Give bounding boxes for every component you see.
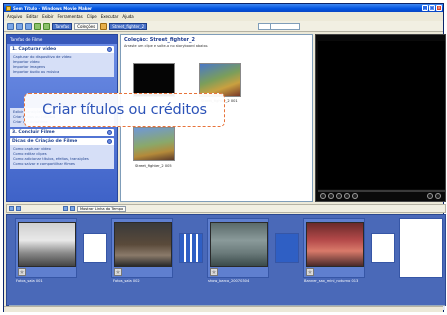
task-link[interactable]: Como salvar e compartilhar filmes [13, 162, 111, 167]
clip-thumbnail [18, 222, 76, 267]
clip-thumbnail[interactable] [199, 63, 241, 97]
menu-edit[interactable]: Editar [26, 14, 38, 19]
clip-thumbnail[interactable] [133, 63, 175, 97]
window-controls: _ □ × [422, 5, 442, 11]
section-header[interactable]: 1. Capturar vídeo [10, 46, 114, 53]
maximize-button[interactable]: □ [429, 5, 435, 11]
stop-icon[interactable] [328, 193, 334, 199]
main-toolbar: Tarefas Coleções Street_fighter_2 [4, 21, 443, 32]
undo-icon[interactable] [34, 22, 41, 30]
task-section-tips: Dicas de Criação de Filme Como capturar … [10, 138, 114, 169]
show-timeline-button[interactable]: Mostrar Linha do Tempo [77, 205, 127, 212]
snapshot-icon[interactable] [435, 193, 441, 199]
status-bar [4, 306, 443, 312]
task-section-capture: 1. Capturar vídeo Capturar do dispositiv… [10, 46, 114, 77]
seek-bar[interactable] [318, 190, 445, 192]
section-title: 3. Concluir Filme [12, 130, 55, 135]
redo-icon[interactable] [43, 22, 50, 30]
chevron-up-icon[interactable] [107, 47, 112, 52]
collection-title: Coleção: Street_fighter_2 [124, 37, 195, 43]
video-effect-star-icon[interactable]: ★ [210, 268, 218, 276]
storyboard-icon[interactable] [9, 206, 14, 211]
transition-slot[interactable] [275, 233, 299, 263]
play-icon[interactable] [320, 193, 326, 199]
task-link[interactable]: Importar áudio ou música [13, 70, 111, 75]
transition-slot[interactable] [179, 233, 203, 263]
chevron-down-icon[interactable] [107, 130, 112, 135]
section-body: Capturar do dispositivo de vídeo Importa… [10, 53, 114, 77]
storyboard-empty-slot[interactable] [399, 218, 443, 278]
collection-select[interactable]: Street_fighter_2 [109, 22, 148, 30]
transition-slot[interactable] [371, 233, 395, 263]
movie-maker-window: Sem Título - Windows Movie Maker _ □ × A… [3, 3, 446, 312]
storyboard-clip-label: Fotos_sala 002 [113, 279, 140, 283]
video-effect-star-icon[interactable]: ★ [306, 268, 314, 276]
playback-controls [320, 193, 358, 199]
split-clip-icon[interactable] [427, 193, 433, 199]
menu-file[interactable]: Arquivo [7, 14, 22, 19]
transition-slot[interactable] [83, 233, 107, 263]
menu-clip[interactable]: Clipe [87, 14, 97, 19]
new-project-icon[interactable] [7, 22, 14, 30]
clip-thumbnail[interactable] [133, 127, 175, 161]
storyboard-clip[interactable]: ★ [15, 218, 77, 278]
section-header[interactable]: Dicas de Criação de Filme [10, 138, 114, 145]
movie-maker-icon [6, 5, 11, 11]
clip-label: Street_fighter_2 005 [135, 164, 172, 168]
storyboard-clip[interactable]: ★ [303, 218, 365, 278]
monitor-extra-controls [427, 193, 441, 199]
tasks-button[interactable]: Tarefas [52, 22, 73, 30]
task-section-finish: 3. Concluir Filme [10, 129, 114, 136]
storyboard-toolbar: Mostrar Linha do Tempo [6, 204, 446, 213]
previous-frame-icon[interactable] [336, 193, 342, 199]
section-body: Como capturar vídeo Como editar clipes C… [10, 145, 114, 169]
callout-text: Criar títulos ou créditos [42, 102, 207, 118]
rewind-icon[interactable] [352, 193, 358, 199]
next-frame-icon[interactable] [344, 193, 350, 199]
section-title: 1. Capturar vídeo [12, 47, 57, 52]
play-storyboard-icon[interactable] [63, 206, 68, 211]
video-effect-star-icon[interactable]: ★ [18, 268, 26, 276]
chevron-up-icon[interactable] [107, 139, 112, 144]
close-button[interactable]: × [436, 5, 442, 11]
open-project-icon[interactable] [16, 22, 23, 30]
collections-button[interactable]: Coleções [74, 22, 99, 30]
section-header[interactable]: 3. Concluir Filme [10, 129, 114, 136]
collection-subtitle: Arraste um clipe e solte-o no storyboard… [124, 44, 209, 48]
view-dropdown[interactable] [270, 23, 300, 30]
narrate-icon[interactable] [16, 206, 21, 211]
rewind-storyboard-icon[interactable] [70, 206, 75, 211]
storyboard-clip-label: show_barco_20070304 [208, 279, 250, 283]
tasks-pane-header: Tarefas de Filme [7, 35, 117, 44]
storyboard-clip-label: Banner_sax_mini_noturno 013 [304, 279, 359, 283]
clip-thumbnail [210, 222, 268, 267]
minimize-button[interactable]: _ [422, 5, 428, 11]
window-title: Sem Título - Windows Movie Maker [13, 5, 93, 11]
menu-tools[interactable]: Ferramentas [57, 14, 82, 19]
menu-help[interactable]: Ajuda [122, 14, 133, 19]
title-bar: Sem Título - Windows Movie Maker _ □ × [4, 4, 443, 12]
menu-bar: Arquivo Editar Exibir Ferramentas Clipe … [4, 13, 443, 20]
storyboard-clip[interactable]: ★ [207, 218, 269, 278]
preview-screen [318, 41, 445, 189]
clip-thumbnail [306, 222, 364, 267]
storyboard: ★ Fotos_sala 001 ★ Fotos_sala 002 ★ show… [6, 214, 446, 310]
create-titles-callout: Criar títulos ou créditos [24, 93, 225, 127]
save-project-icon[interactable] [25, 22, 32, 30]
collection-folder-icon [100, 22, 108, 30]
menu-play[interactable]: Executar [101, 14, 119, 19]
menu-view[interactable]: Exibir [42, 14, 53, 19]
section-title: Dicas de Criação de Filme [12, 139, 78, 144]
storyboard-clip-label: Fotos_sala 001 [16, 279, 43, 283]
storyboard-clip[interactable]: ★ [111, 218, 173, 278]
video-effect-star-icon[interactable]: ★ [114, 268, 122, 276]
video-monitor [315, 34, 446, 202]
clip-thumbnail [114, 222, 172, 267]
